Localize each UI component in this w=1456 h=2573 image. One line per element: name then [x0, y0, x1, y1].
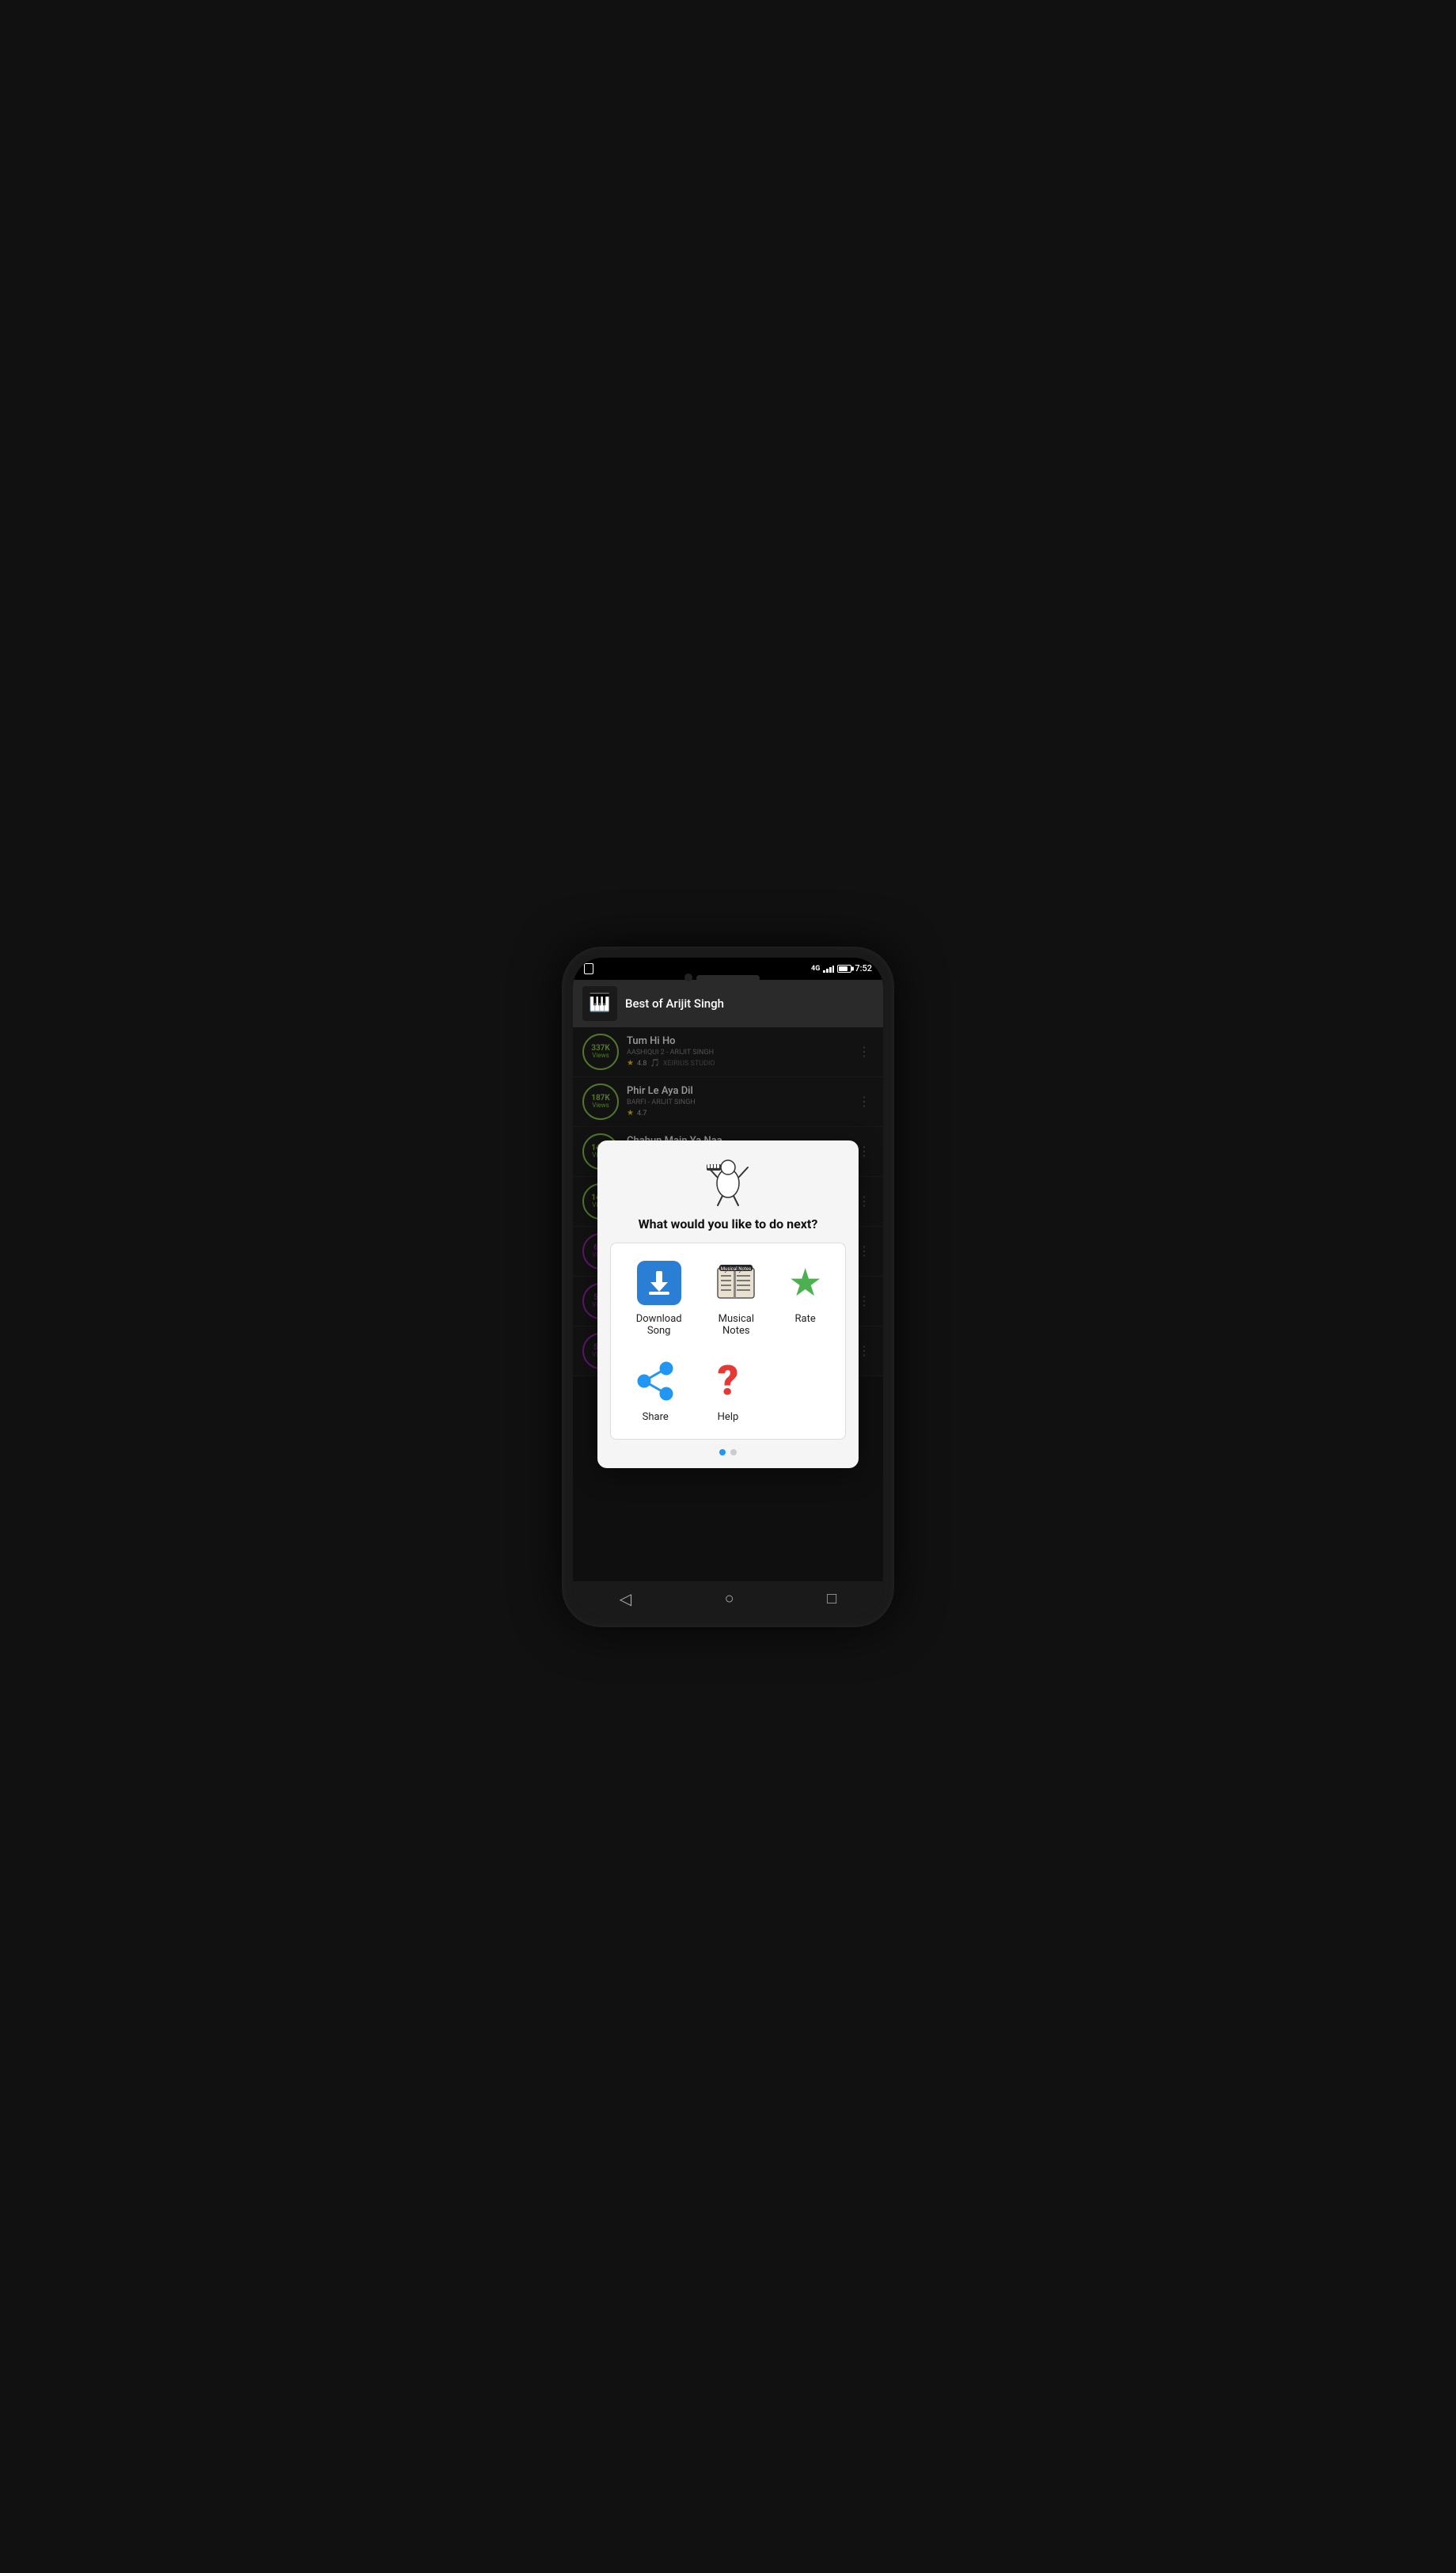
notes-icon-wrap: ♪ ♪ Musical Notes	[712, 1259, 760, 1307]
modal-row-2: Share ? Help	[619, 1349, 836, 1431]
modal-logo	[610, 1153, 845, 1209]
modal-dot-2[interactable]	[730, 1449, 737, 1455]
home-button[interactable]: ○	[719, 1582, 741, 1615]
song-list: 337K Views Tum Hi Ho AASHIQUI 2 - ARIJIT…	[573, 1027, 883, 1581]
modal-row-1: Download Song	[619, 1251, 836, 1345]
network-label: 4G	[811, 965, 820, 973]
svg-text:Musical Notes: Musical Notes	[721, 1266, 751, 1272]
phone-screen: 4G 7:52 🎹 Bes	[573, 958, 883, 1616]
download-arrow-svg	[646, 1269, 673, 1296]
bottom-nav: ◁ ○ □	[573, 1581, 883, 1616]
status-right: 4G 7:52	[811, 963, 872, 973]
phone-device: 4G 7:52 🎹 Bes	[562, 947, 894, 1627]
notes-label: Musical Notes	[710, 1313, 763, 1337]
app-title: Best of Arijit Singh	[625, 996, 724, 1011]
phone-camera	[684, 973, 692, 981]
status-left	[584, 963, 593, 974]
back-button[interactable]: ◁	[613, 1583, 638, 1615]
logo-emoji: 🎹	[589, 993, 610, 1013]
rate-label: Rate	[795, 1313, 816, 1325]
recent-button[interactable]: □	[821, 1582, 843, 1615]
modal-dialog: What would you like to do next?	[597, 1140, 858, 1468]
modal-item-notes[interactable]: ♪ ♪ Musical Notes Mus	[699, 1251, 774, 1345]
screen: 4G 7:52 🎹 Bes	[573, 958, 883, 1616]
modal-logo-svg	[700, 1153, 756, 1209]
modal-dots	[610, 1449, 845, 1455]
share-icon-wrap	[631, 1357, 679, 1405]
share-label: Share	[643, 1411, 669, 1423]
help-icon-wrap: ?	[704, 1357, 752, 1405]
modal-dot-1[interactable]	[719, 1449, 726, 1455]
download-icon-wrap	[635, 1259, 683, 1307]
modal-options-grid: Download Song	[610, 1243, 845, 1440]
sim-icon	[584, 963, 593, 974]
battery-icon	[837, 965, 851, 973]
rate-star-icon: ★	[788, 1264, 822, 1302]
app-header: 🎹 Best of Arijit Singh	[573, 980, 883, 1027]
download-label: Download Song	[630, 1313, 688, 1337]
modal-item-rate[interactable]: ★ Rate	[774, 1251, 837, 1345]
notes-svg: ♪ ♪ Musical Notes	[715, 1262, 757, 1304]
musical-notes-img: ♪ ♪ Musical Notes	[714, 1261, 758, 1305]
help-label: Help	[718, 1411, 739, 1423]
modal-item-share[interactable]: Share	[620, 1349, 690, 1431]
signal-icon	[823, 965, 834, 973]
rate-icon-wrap: ★	[782, 1259, 829, 1307]
help-question-icon: ?	[718, 1361, 739, 1402]
app-logo: 🎹	[582, 986, 617, 1021]
phone-speaker	[696, 975, 760, 981]
modal-item-help[interactable]: ? Help	[693, 1349, 763, 1431]
modal-overlay: What would you like to do next?	[573, 1027, 883, 1581]
modal-item-download[interactable]: Download Song	[619, 1251, 699, 1345]
time-label: 7:52	[855, 963, 872, 973]
share-icon-svg	[635, 1361, 676, 1402]
modal-title: What would you like to do next?	[610, 1216, 845, 1231]
download-icon-box	[637, 1261, 681, 1305]
